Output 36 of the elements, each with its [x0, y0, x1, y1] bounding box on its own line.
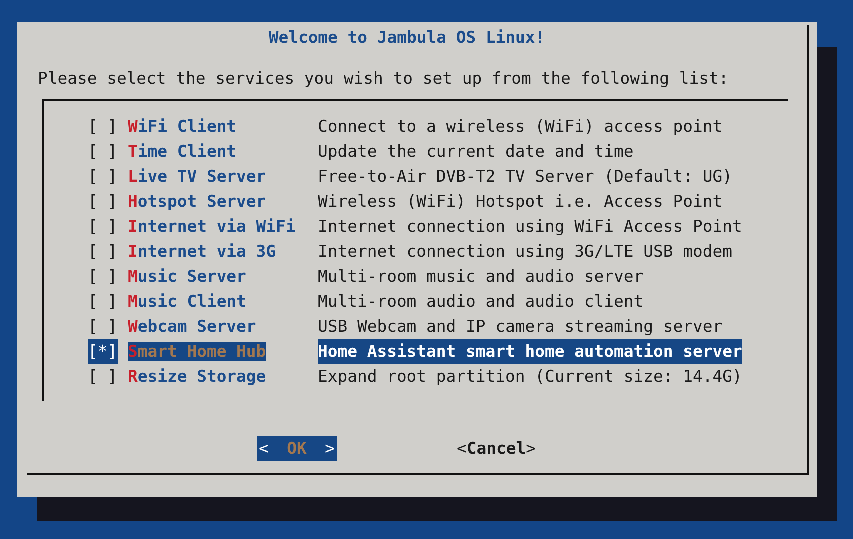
- service-description: USB Webcam and IP camera streaming server: [318, 316, 723, 338]
- service-description: Update the current date and time: [318, 141, 634, 163]
- prompt-text: Please select the services you wish to set up from the following list:: [38, 69, 729, 88]
- service-name[interactable]: Resize Storage: [128, 367, 266, 386]
- service-name[interactable]: Internet via WiFi: [128, 217, 296, 236]
- service-name[interactable]: Music Server: [128, 267, 246, 286]
- checkbox[interactable]: [ ]: [88, 264, 118, 289]
- service-name[interactable]: Live TV Server: [128, 167, 266, 186]
- dialog-title: Welcome to Jambula OS Linux!: [268, 27, 546, 49]
- checkbox[interactable]: [ ]: [88, 314, 118, 339]
- cancel-button[interactable]: <Cancel>: [457, 436, 536, 461]
- service-description: Multi-room music and audio server: [318, 266, 644, 288]
- service-description: Internet connection using WiFi Access Point: [318, 216, 742, 238]
- checkbox[interactable]: [ ]: [88, 139, 118, 164]
- checkbox[interactable]: [ ]: [88, 364, 118, 389]
- checkbox[interactable]: [ ]: [88, 164, 118, 189]
- service-name[interactable]: Hotspot Server: [128, 192, 266, 211]
- service-description: Connect to a wireless (WiFi) access point: [318, 116, 723, 138]
- checkbox[interactable]: [ ]: [88, 289, 118, 314]
- service-description: Expand root partition (Current size: 14.4G): [318, 366, 742, 388]
- service-name[interactable]: Music Client: [128, 292, 246, 311]
- service-description: Home Assistant smart home automation server: [318, 339, 742, 364]
- checkbox[interactable]: [*]: [88, 339, 118, 364]
- service-name[interactable]: Time Client: [128, 142, 237, 161]
- service-description: Multi-room audio and audio client: [318, 291, 644, 313]
- ok-button[interactable]: < OK >: [257, 436, 337, 461]
- service-name[interactable]: WiFi Client: [128, 117, 237, 136]
- checkbox[interactable]: [ ]: [88, 214, 118, 239]
- checkbox[interactable]: [ ]: [88, 114, 118, 139]
- service-name[interactable]: Webcam Server: [128, 317, 256, 336]
- service-description: Wireless (WiFi) Hotspot i.e. Access Point: [318, 191, 723, 213]
- checkbox[interactable]: [ ]: [88, 189, 118, 214]
- service-description: Internet connection using 3G/LTE USB modem: [318, 241, 732, 263]
- service-description: Free-to-Air DVB-T2 TV Server (Default: UG): [318, 166, 732, 188]
- checkbox[interactable]: [ ]: [88, 239, 118, 264]
- service-name[interactable]: Internet via 3G: [128, 242, 276, 261]
